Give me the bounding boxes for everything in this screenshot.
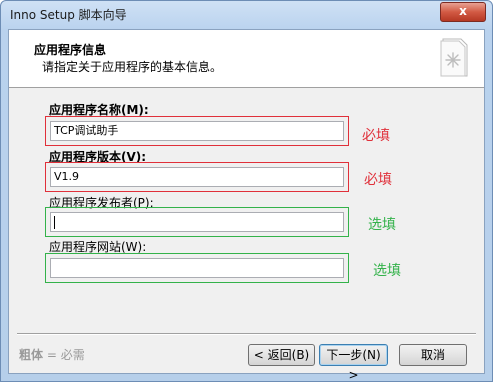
title-bar[interactable]: Inno Setup 脚本向导 x: [1, 1, 492, 25]
app-version-highlight: V1.9: [45, 162, 349, 192]
legend-text: = 必需: [43, 348, 85, 362]
app-publisher-optional-note: 选填: [368, 217, 396, 233]
cancel-button[interactable]: 取消: [399, 344, 467, 366]
page-title: 应用程序信息: [34, 43, 107, 57]
footer-divider: [17, 333, 476, 335]
next-button[interactable]: 下一步(N) >: [319, 344, 388, 382]
back-button[interactable]: < 返回(B): [248, 344, 315, 366]
app-publisher-input[interactable]: [50, 212, 344, 232]
wizard-client-area: 应用程序信息 请指定关于应用程序的基本信息。 应用程序名称(M): TCP调试助…: [8, 29, 485, 382]
text-cursor: [54, 215, 55, 229]
app-name-input[interactable]: TCP调试助手: [50, 121, 344, 141]
app-version-required-note: 必填: [364, 172, 392, 188]
app-version-input[interactable]: V1.9: [50, 167, 344, 187]
required-legend: 粗体 = 必需: [19, 346, 85, 363]
app-website-optional-note: 选填: [373, 263, 401, 279]
close-button[interactable]: x: [440, 2, 486, 22]
page-description: 请指定关于应用程序的基本信息。: [42, 60, 223, 74]
wizard-window: Inno Setup 脚本向导 x 应用程序信息 请指定关于应用程序的基本信息。…: [0, 0, 493, 382]
wizard-page-icon: [440, 38, 468, 77]
wizard-header: 应用程序信息 请指定关于应用程序的基本信息。: [9, 30, 484, 88]
app-name-required-note: 必填: [362, 128, 390, 144]
app-publisher-highlight: [45, 207, 349, 237]
app-website-highlight: [45, 253, 349, 283]
close-icon: x: [459, 4, 467, 18]
legend-bold-text: 粗体: [19, 348, 44, 362]
app-name-highlight: TCP调试助手: [45, 116, 349, 146]
window-title: Inno Setup 脚本向导: [10, 8, 127, 22]
app-website-input[interactable]: [50, 258, 344, 278]
